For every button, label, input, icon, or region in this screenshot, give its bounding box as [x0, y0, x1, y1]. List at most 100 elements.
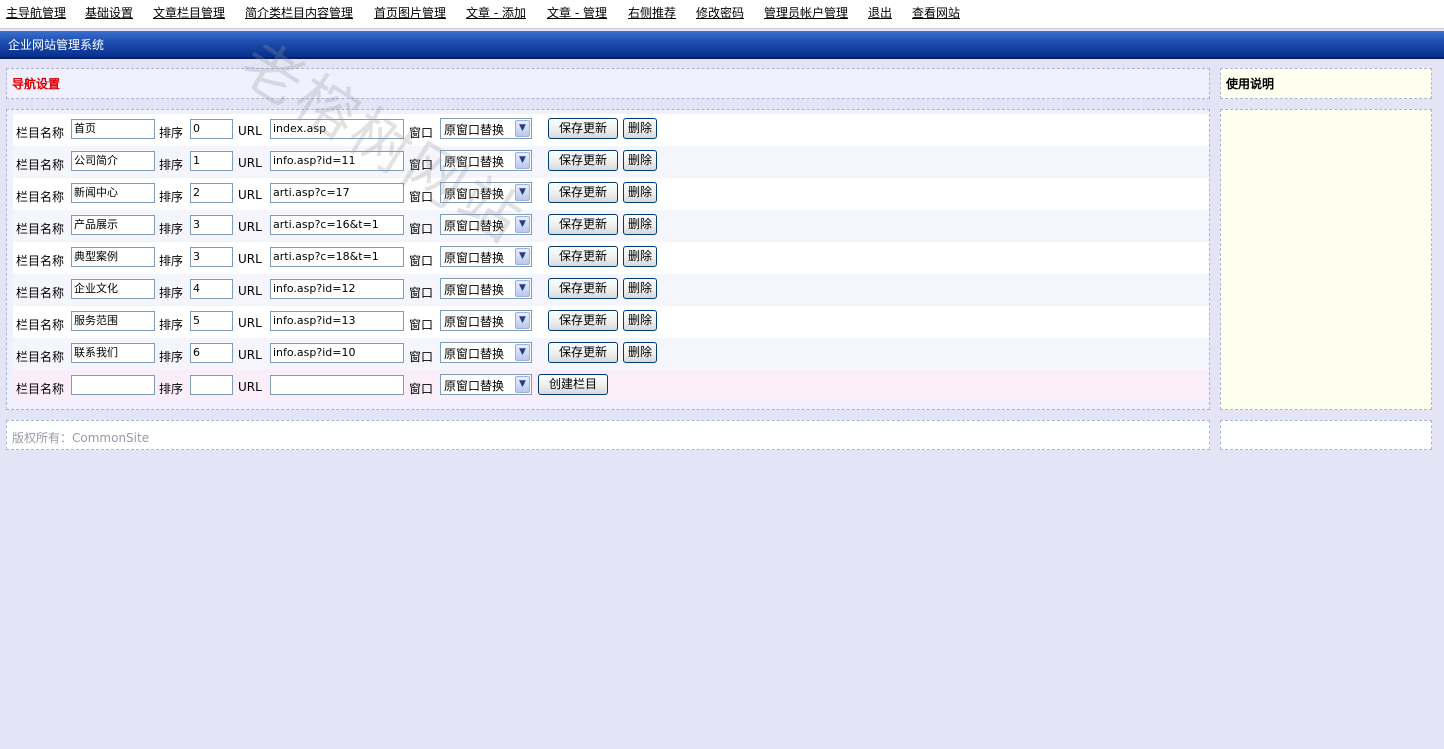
delete-button[interactable]: 删除 — [623, 246, 657, 267]
save-update-button[interactable]: 保存更新 — [548, 246, 618, 267]
app-title: 企业网站管理系统 — [8, 38, 105, 52]
url-input[interactable]: info.asp?id=13 — [270, 311, 404, 331]
column-name-input[interactable]: 服务范围 — [71, 311, 155, 331]
window-select-value: 原窗口替换 — [444, 155, 505, 169]
save-update-button[interactable]: 保存更新 — [548, 310, 618, 331]
nav-item-row: 栏目名称 企业文化 排序 4 URL info.asp?id=12 窗口 原窗口替换 ▼ 保存更新… — [13, 274, 1209, 306]
window-label: 窗口 — [409, 190, 434, 204]
nav-view-site[interactable]: 查看网站 — [912, 4, 960, 21]
window-select[interactable]: 原窗口替换 ▼ — [440, 150, 532, 171]
window-select[interactable]: 原窗口替换 ▼ — [440, 374, 532, 395]
window-label: 窗口 — [409, 254, 434, 268]
column-name-input[interactable]: 新闻中心 — [71, 183, 155, 203]
nav-item-row: 栏目名称 服务范围 排序 5 URL info.asp?id=13 窗口 原窗口替换 ▼ 保存更新… — [13, 306, 1209, 338]
create-column-button[interactable]: 创建栏目 — [538, 374, 608, 395]
nav-logout[interactable]: 退出 — [868, 4, 892, 21]
delete-button[interactable]: 删除 — [623, 310, 657, 331]
section-title: 导航设置 — [12, 77, 61, 91]
save-update-button[interactable]: 保存更新 — [548, 118, 618, 139]
chevron-down-icon[interactable]: ▼ — [515, 376, 530, 393]
window-select-value: 原窗口替换 — [444, 187, 505, 201]
save-update-button[interactable]: 保存更新 — [548, 342, 618, 363]
column-name-input[interactable] — [71, 375, 155, 395]
nav-intro-content[interactable]: 简介类栏目内容管理 — [245, 4, 353, 21]
nav-main-navigation[interactable]: 主导航管理 — [6, 4, 66, 21]
url-input[interactable]: index.asp — [270, 119, 404, 139]
url-input[interactable]: arti.asp?c=16&t=1 — [270, 215, 404, 235]
nav-change-password[interactable]: 修改密码 — [696, 4, 744, 21]
nav-item-row: 栏目名称 首页 排序 0 URL index.asp 窗口 原窗口替换 ▼ 保存更新 删除 — [13, 114, 1209, 146]
delete-button[interactable]: 删除 — [623, 342, 657, 363]
column-name-input[interactable]: 首页 — [71, 119, 155, 139]
chevron-down-icon[interactable]: ▼ — [515, 248, 530, 265]
order-label: 排序 — [159, 318, 184, 332]
window-select[interactable]: 原窗口替换 ▼ — [440, 246, 532, 267]
window-select[interactable]: 原窗口替换 ▼ — [440, 342, 532, 363]
delete-button[interactable]: 删除 — [623, 118, 657, 139]
chevron-down-icon[interactable]: ▼ — [515, 312, 530, 329]
save-update-button[interactable]: 保存更新 — [548, 182, 618, 203]
top-navigation: 主导航管理 基础设置 文章栏目管理 简介类栏目内容管理 首页图片管理 文章 - … — [0, 0, 1444, 29]
column-name-input[interactable]: 典型案例 — [71, 247, 155, 267]
column-name-input[interactable]: 联系我们 — [71, 343, 155, 363]
nav-homepage-images[interactable]: 首页图片管理 — [374, 4, 446, 21]
url-input[interactable]: arti.asp?c=17 — [270, 183, 404, 203]
column-name-input[interactable]: 公司简介 — [71, 151, 155, 171]
nav-right-recommend[interactable]: 右侧推荐 — [628, 4, 676, 21]
url-label: URL — [238, 156, 262, 170]
column-name-input[interactable]: 产品展示 — [71, 215, 155, 235]
save-update-button[interactable]: 保存更新 — [548, 214, 618, 235]
url-input[interactable]: info.asp?id=12 — [270, 279, 404, 299]
delete-button[interactable]: 删除 — [623, 278, 657, 299]
chevron-down-icon[interactable]: ▼ — [515, 120, 530, 137]
delete-button[interactable]: 删除 — [623, 182, 657, 203]
chevron-down-icon[interactable]: ▼ — [515, 344, 530, 361]
url-input[interactable]: info.asp?id=10 — [270, 343, 404, 363]
save-update-button[interactable]: 保存更新 — [548, 150, 618, 171]
window-label: 窗口 — [409, 382, 434, 396]
window-select[interactable]: 原窗口替换 ▼ — [440, 310, 532, 331]
url-label: URL — [238, 348, 262, 362]
url-input[interactable]: info.asp?id=11 — [270, 151, 404, 171]
order-input[interactable]: 1 — [190, 151, 233, 171]
order-input[interactable]: 5 — [190, 311, 233, 331]
delete-button[interactable]: 删除 — [623, 150, 657, 171]
nav-article-columns[interactable]: 文章栏目管理 — [153, 4, 225, 21]
window-select[interactable]: 原窗口替换 ▼ — [440, 118, 532, 139]
chevron-down-icon[interactable]: ▼ — [515, 184, 530, 201]
order-input[interactable]: 2 — [190, 183, 233, 203]
order-label: 排序 — [159, 254, 184, 268]
column-name-label: 栏目名称 — [16, 350, 65, 364]
url-input[interactable]: arti.asp?c=18&t=1 — [270, 247, 404, 267]
order-input[interactable]: 3 — [190, 247, 233, 267]
copyright-text: 版权所有：CommonSite — [12, 431, 150, 445]
order-label: 排序 — [159, 382, 184, 396]
nav-article-manage[interactable]: 文章 - 管理 — [547, 4, 607, 21]
window-select[interactable]: 原窗口替换 ▼ — [440, 278, 532, 299]
order-input[interactable]: 3 — [190, 215, 233, 235]
window-select[interactable]: 原窗口替换 ▼ — [440, 214, 532, 235]
order-input[interactable]: 6 — [190, 343, 233, 363]
window-select-value: 原窗口替换 — [444, 251, 505, 265]
chevron-down-icon[interactable]: ▼ — [515, 280, 530, 297]
window-label: 窗口 — [409, 126, 434, 140]
chevron-down-icon[interactable]: ▼ — [515, 152, 530, 169]
nav-item-row: 栏目名称 公司简介 排序 1 URL info.asp?id=11 窗口 原窗口替换 ▼ 保存更新… — [13, 146, 1209, 178]
save-update-button[interactable]: 保存更新 — [548, 278, 618, 299]
nav-article-add[interactable]: 文章 - 添加 — [466, 4, 526, 21]
window-label: 窗口 — [409, 158, 434, 172]
nav-admin-accounts[interactable]: 管理员帐户管理 — [764, 4, 848, 21]
chevron-down-icon[interactable]: ▼ — [515, 216, 530, 233]
order-input[interactable] — [190, 375, 233, 395]
order-label: 排序 — [159, 126, 184, 140]
delete-button[interactable]: 删除 — [623, 214, 657, 235]
url-input[interactable] — [270, 375, 404, 395]
order-input[interactable]: 0 — [190, 119, 233, 139]
order-input[interactable]: 4 — [190, 279, 233, 299]
nav-basic-settings[interactable]: 基础设置 — [85, 4, 133, 21]
column-name-label: 栏目名称 — [16, 286, 65, 300]
window-select-value: 原窗口替换 — [444, 123, 505, 137]
column-name-input[interactable]: 企业文化 — [71, 279, 155, 299]
footer-right — [1220, 420, 1432, 450]
window-select[interactable]: 原窗口替换 ▼ — [440, 182, 532, 203]
